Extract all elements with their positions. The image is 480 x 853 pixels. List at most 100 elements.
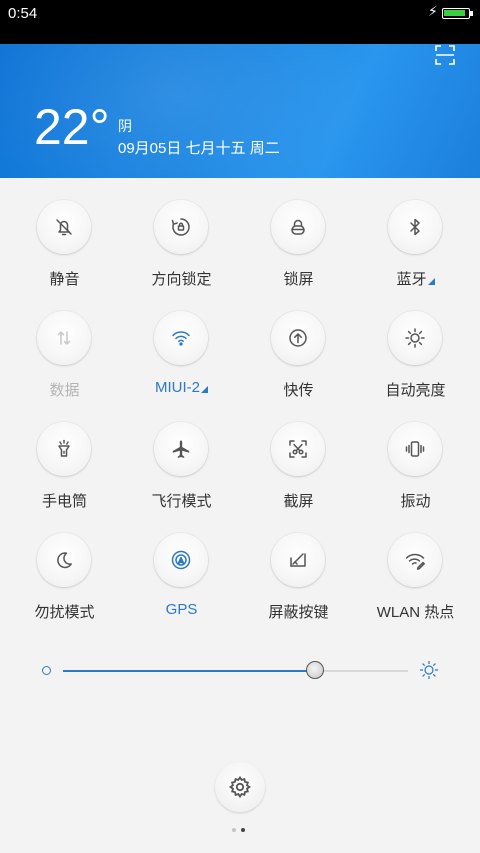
toggle-label-text: MIUI-2	[155, 379, 200, 396]
bluetooth-button[interactable]	[388, 200, 442, 254]
block-keys-icon	[290, 553, 306, 567]
toggle-wifi[interactable]: MIUI-2	[123, 289, 240, 400]
weather-header: 22° 阴 09月05日 七月十五 周二	[0, 44, 480, 178]
date-text[interactable]: 09月05日 七月十五 周二	[118, 137, 280, 158]
toggle-label-text: GPS	[165, 601, 198, 618]
vibrate-icon	[405, 441, 425, 457]
mobile-data-icon	[57, 331, 71, 345]
gps-button[interactable]	[154, 533, 208, 587]
toggle-label-text: 自动亮度	[385, 382, 446, 399]
charging-icon: ⚡	[428, 3, 438, 19]
moon-button[interactable]	[37, 533, 91, 587]
toggle-rotation-lock[interactable]: 方向锁定	[123, 178, 240, 289]
toggle-share[interactable]: 快传	[240, 289, 357, 400]
toggle-label: 方向锁定	[123, 268, 240, 289]
toggle-auto-brightness[interactable]: 自动亮度	[357, 289, 474, 400]
lock-icon	[291, 219, 305, 235]
toggle-airplane[interactable]: 飞行模式	[123, 400, 240, 511]
toggle-label-text: 振动	[400, 493, 431, 510]
toggle-label: GPS	[123, 601, 240, 618]
toggle-label: 飞行模式	[123, 490, 240, 511]
toggle-label-text: 数据	[49, 382, 80, 399]
toggle-label: 屏蔽按键	[240, 601, 357, 622]
toggle-label: 快传	[240, 379, 357, 400]
flashlight-button[interactable]	[37, 422, 91, 476]
toggle-label: WLAN 热点	[357, 601, 474, 622]
gear-icon	[228, 775, 251, 799]
scan-icon[interactable]	[434, 44, 456, 66]
brightness-low-icon	[42, 666, 51, 675]
toggle-label: 数据	[6, 379, 123, 400]
toggle-label: MIUI-2	[123, 379, 240, 396]
settings-button[interactable]	[215, 762, 265, 812]
wifi-button[interactable]	[154, 311, 208, 365]
gps-icon	[171, 550, 191, 570]
toggle-bell-off[interactable]: 静音	[6, 178, 123, 289]
toggle-label: 手电筒	[6, 490, 123, 511]
bell-off-icon	[56, 219, 72, 236]
flashlight-icon	[58, 439, 70, 457]
toggle-label-text: WLAN 热点	[376, 604, 455, 621]
toggle-label-text: 勿扰模式	[34, 604, 95, 621]
screenshot-icon	[289, 440, 307, 458]
toggle-label-text: 快传	[283, 382, 314, 399]
toggle-label: 自动亮度	[357, 379, 474, 400]
toggle-label-text: 屏蔽按键	[268, 604, 329, 621]
brightness-thumb[interactable]	[306, 661, 324, 679]
auto-brightness-button[interactable]	[388, 311, 442, 365]
bluetooth-icon	[410, 218, 420, 236]
brightness-track[interactable]	[63, 661, 408, 679]
brightness-high-icon	[420, 661, 438, 679]
brightness-slider[interactable]	[0, 650, 480, 690]
toggle-label-text: 静音	[49, 271, 80, 288]
page-dot	[232, 828, 236, 832]
toggle-label: 蓝牙	[357, 268, 474, 289]
toggle-mobile-data[interactable]: 数据	[6, 289, 123, 400]
status-time: 0:54	[8, 5, 38, 22]
toggle-label: 截屏	[240, 490, 357, 511]
bell-off-button[interactable]	[37, 200, 91, 254]
wifi-icon	[172, 331, 190, 346]
page-dot	[241, 828, 245, 832]
toggle-label: 振动	[357, 490, 474, 511]
battery-icon	[442, 8, 470, 19]
vibrate-button[interactable]	[388, 422, 442, 476]
toggle-label-text: 方向锁定	[151, 271, 212, 288]
toggle-block-keys[interactable]: 屏蔽按键	[240, 511, 357, 622]
airplane-button[interactable]	[154, 422, 208, 476]
toggle-label: 锁屏	[240, 268, 357, 289]
rotation-lock-icon	[171, 218, 190, 236]
toggle-lock[interactable]: 锁屏	[240, 178, 357, 289]
lock-button[interactable]	[271, 200, 325, 254]
toggle-label: 勿扰模式	[6, 601, 123, 622]
toggle-label: 静音	[6, 268, 123, 289]
toggle-moon[interactable]: 勿扰模式	[6, 511, 123, 622]
hotspot-button[interactable]	[388, 533, 442, 587]
toggle-hotspot[interactable]: WLAN 热点	[357, 511, 474, 622]
toggle-vibrate[interactable]: 振动	[357, 400, 474, 511]
temperature[interactable]: 22°	[34, 102, 110, 152]
toggle-bluetooth[interactable]: 蓝牙	[357, 178, 474, 289]
share-button[interactable]	[271, 311, 325, 365]
toggle-screenshot[interactable]: 截屏	[240, 400, 357, 511]
toggle-label-text: 飞行模式	[151, 493, 212, 510]
block-keys-button[interactable]	[271, 533, 325, 587]
weather-condition: 阴	[118, 118, 132, 134]
brightness-fill	[63, 670, 315, 672]
toggle-gps[interactable]: GPS	[123, 511, 240, 622]
expand-corner-icon[interactable]	[201, 386, 208, 393]
expand-corner-icon[interactable]	[427, 278, 435, 285]
status-bar: 0:54 ⚡	[0, 0, 480, 44]
mobile-data-button[interactable]	[37, 311, 91, 365]
airplane-icon	[172, 440, 190, 458]
moon-icon	[57, 552, 72, 569]
screenshot-button[interactable]	[271, 422, 325, 476]
toggle-label-text: 蓝牙	[396, 271, 427, 288]
toggle-flashlight[interactable]: 手电筒	[6, 400, 123, 511]
toggle-label-text: 锁屏	[283, 271, 314, 288]
toggle-label-text: 手电筒	[41, 493, 87, 510]
auto-brightness-icon	[405, 328, 425, 348]
hotspot-icon	[405, 553, 425, 570]
rotation-lock-button[interactable]	[154, 200, 208, 254]
share-icon	[289, 329, 307, 347]
